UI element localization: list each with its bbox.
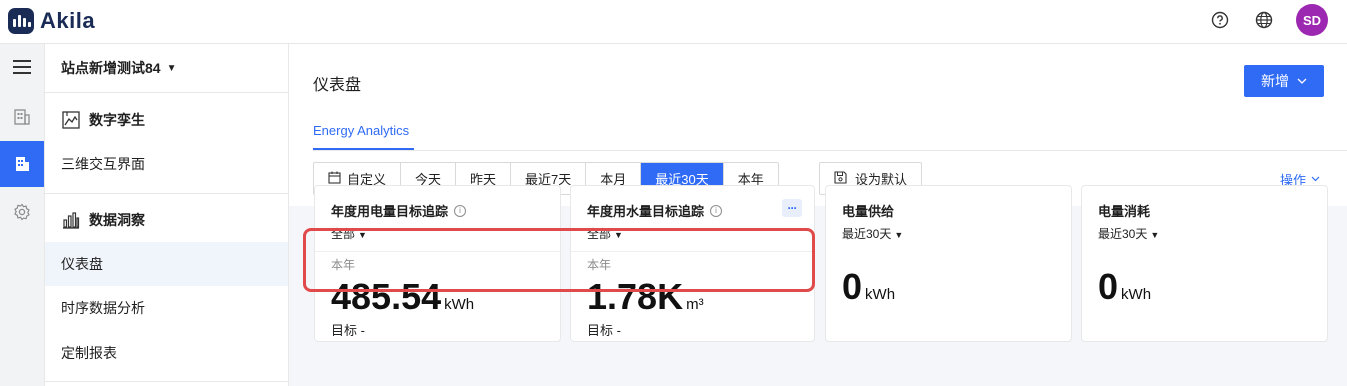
icon-rail — [0, 44, 45, 386]
new-button-label: 新增 — [1261, 73, 1289, 89]
card-value-number: 485.54 — [331, 276, 442, 317]
digital-twin-icon — [62, 111, 80, 129]
card-filter-dropdown[interactable]: 全部 ▼ — [587, 225, 623, 242]
card-value-number: 0 — [1098, 266, 1119, 307]
globe-icon[interactable] — [1253, 9, 1275, 31]
divider — [45, 193, 288, 194]
sidebar-item-timeseries-analysis[interactable]: 时序数据分析 — [45, 286, 288, 330]
card-filter-label: 全部 — [587, 227, 612, 241]
chevron-down-icon — [1311, 174, 1320, 185]
card-value-number: 1.78K — [587, 276, 684, 317]
caret-down-icon: ▼ — [894, 230, 904, 240]
card-title: 电量供给 — [842, 201, 894, 220]
caret-down-icon: ▼ — [166, 62, 177, 74]
chevron-down-icon — [1297, 76, 1307, 87]
menu-icon[interactable] — [0, 44, 44, 90]
card-value: 0 kWh — [1098, 266, 1151, 308]
more-options-icon[interactable]: ··· — [782, 199, 802, 217]
card-filter-label: 最近30天 — [842, 227, 892, 241]
card-electricity-supply[interactable]: 电量供给 最近30天 ▼ 0 kWh — [825, 185, 1072, 342]
divider — [45, 92, 288, 93]
info-icon[interactable]: i — [454, 204, 467, 217]
sidebar-item-custom-reports[interactable]: 定制报表 — [45, 331, 288, 375]
card-value-unit: kWh — [1121, 286, 1152, 303]
card-value: 1.78K m³ — [587, 276, 704, 318]
page-title: 仪表盘 — [313, 77, 362, 94]
sidebar-group-data-insights[interactable]: 数据洞察 — [61, 210, 145, 230]
logo-text: Akila — [40, 8, 96, 33]
building-filled-icon[interactable] — [0, 141, 44, 187]
building-icon[interactable] — [0, 94, 44, 140]
card-period: 本年 — [587, 258, 612, 272]
card-filter-label: 全部 — [331, 227, 356, 241]
caret-down-icon: ▼ — [614, 230, 623, 240]
caret-down-icon: ▼ — [358, 230, 367, 240]
help-circle-icon[interactable] — [1209, 9, 1231, 31]
card-electricity-consumption[interactable]: 电量消耗 最近30天 ▼ 0 kWh — [1081, 185, 1328, 342]
card-filter-label: 最近30天 — [1098, 227, 1148, 241]
sidebar-item-3d-interface[interactable]: 三维交互界面 — [45, 142, 288, 186]
sidebar-item-label: 时序数据分析 — [61, 300, 145, 316]
card-filter-dropdown[interactable]: 全部 ▼ — [331, 225, 367, 242]
sidebar-item-label: 仪表盘 — [61, 256, 103, 272]
card-title: 电量消耗 — [1098, 201, 1150, 220]
card-value: 485.54 kWh — [331, 276, 474, 318]
sidebar-group-digital-twin[interactable]: 数字孪生 — [61, 110, 145, 130]
card-title: 年度用电量目标追踪 i — [331, 201, 467, 220]
divider — [45, 381, 288, 382]
caret-down-icon: ▼ — [1150, 230, 1160, 240]
site-name: 站点新增测试84 — [61, 60, 161, 76]
card-target: 目标 - — [331, 323, 365, 338]
card-annual-electricity-target[interactable]: 年度用电量目标追踪 i 全部 ▼ 本年 485.54 kWh 目标 - — [314, 185, 561, 342]
tab-energy-analytics[interactable]: Energy Analytics — [313, 123, 409, 138]
sidebar-item-dashboard[interactable]: 仪表盘 — [45, 242, 288, 286]
card-value-unit: kWh — [444, 296, 475, 313]
info-icon[interactable]: i — [710, 204, 723, 217]
app-logo[interactable]: Akila — [8, 8, 95, 34]
sidebar-item-label: 定制报表 — [61, 345, 117, 361]
bar-chart-icon — [63, 212, 80, 229]
card-value-unit: kWh — [865, 286, 896, 303]
card-period: 本年 — [331, 258, 356, 272]
card-filter-dropdown[interactable]: 最近30天 ▼ — [1098, 225, 1159, 242]
sidebar-item-label: 三维交互界面 — [61, 156, 145, 172]
card-value-unit: m³ — [686, 296, 704, 313]
card-target: 目标 - — [587, 323, 621, 338]
tab-bar-divider — [313, 150, 1347, 151]
card-title: 年度用水量目标追踪 i — [587, 201, 723, 220]
site-selector[interactable]: 站点新增测试84 ▼ — [61, 58, 176, 78]
logo-icon — [8, 8, 34, 34]
top-bar: Akila SD — [0, 0, 1347, 44]
card-title-text: 电量消耗 — [1098, 204, 1151, 219]
sidebar: 站点新增测试84 ▼ 数字孪生 三维交互界面 数据洞察 仪表盘 时序数据分析 定… — [45, 44, 289, 386]
card-title-text: 电量供给 — [842, 204, 895, 219]
new-button[interactable]: 新增 — [1244, 65, 1324, 97]
card-filter-dropdown[interactable]: 最近30天 ▼ — [842, 225, 903, 242]
card-title-text: 年度用水量目标追踪 — [587, 204, 705, 219]
card-annual-water-target[interactable]: 年度用水量目标追踪 i ··· 全部 ▼ 本年 1.78K m³ 目标 - — [570, 185, 815, 342]
card-title-text: 年度用电量目标追踪 — [331, 204, 449, 219]
settings-icon[interactable] — [0, 189, 44, 235]
avatar[interactable]: SD — [1296, 4, 1328, 36]
sidebar-group-label: 数字孪生 — [89, 112, 145, 128]
divider — [571, 251, 814, 252]
card-value: 0 kWh — [842, 266, 895, 308]
card-value-number: 0 — [842, 266, 863, 307]
divider — [315, 251, 560, 252]
sidebar-group-label: 数据洞察 — [89, 212, 145, 228]
